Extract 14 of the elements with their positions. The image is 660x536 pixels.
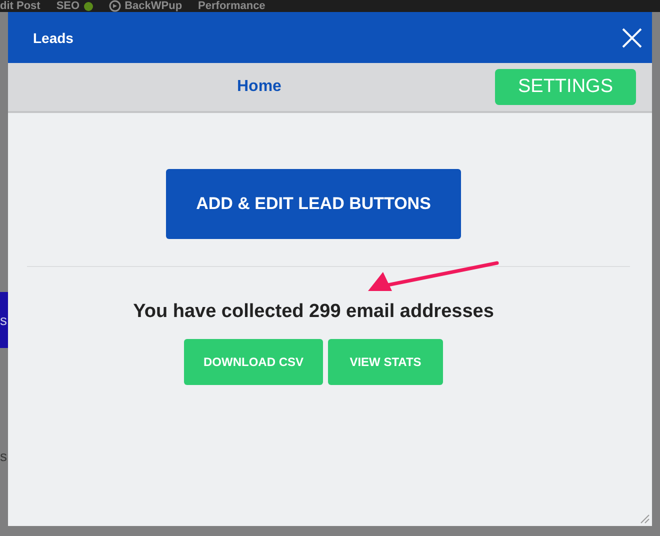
add-edit-lead-buttons-button[interactable]: ADD & EDIT LEAD BUTTONS	[166, 169, 461, 239]
admin-menu-item[interactable]: BackWPup	[108, 0, 182, 12]
plugin-logo-icon	[108, 0, 121, 12]
resize-grip-icon	[638, 512, 650, 524]
close-button[interactable]	[620, 26, 644, 50]
home-link[interactable]: Home	[237, 78, 282, 96]
admin-menu-item[interactable]: Performance	[198, 0, 266, 12]
close-icon	[620, 26, 644, 50]
background-text: s	[0, 448, 8, 464]
collected-message: You have collected 299 email addresses	[133, 301, 494, 323]
dialog-title: Leads	[33, 30, 74, 46]
status-dot-icon	[84, 2, 93, 10]
admin-menu-item[interactable]: dit Post	[0, 0, 40, 12]
admin-menu-item[interactable]: SEO	[56, 0, 93, 12]
